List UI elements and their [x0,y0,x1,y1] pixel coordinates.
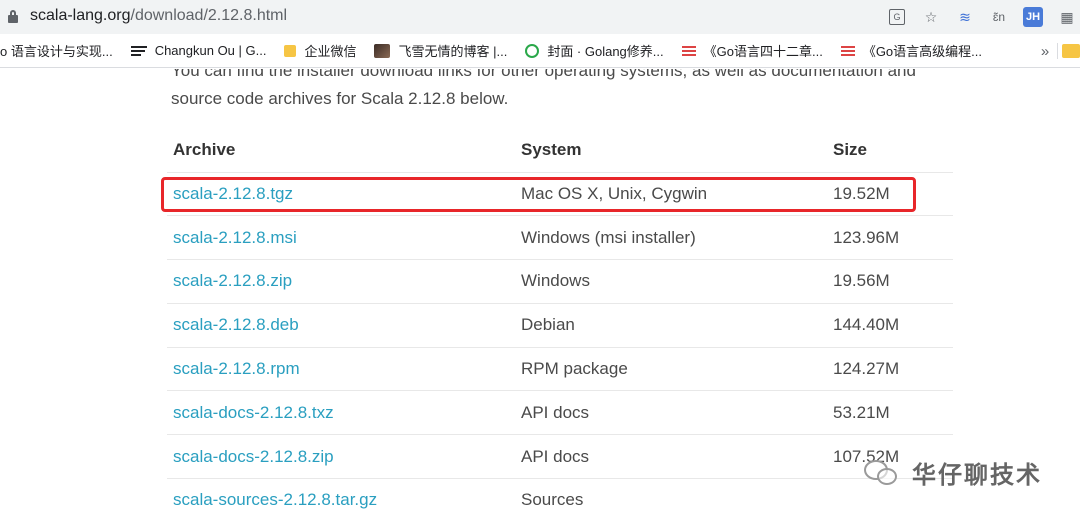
system-cell: Windows [515,259,827,304]
watermark: 华仔聊技术 [864,453,1042,491]
folder-icon [284,44,297,57]
bookmarks-more-button[interactable]: » [1034,34,1056,67]
red-stack-icon [840,45,855,56]
table-row: scala-docs-2.12.8.txz API docs 53.21M [167,390,953,436]
translate-icon[interactable]: G [884,4,910,30]
table-row: scala-2.12.8.deb Debian 144.40M [167,303,953,348]
green-circle-icon [525,43,540,58]
page-content: You can find the installer download link… [0,69,1080,522]
archive-cell: scala-2.12.8.rpm [167,347,515,392]
avatar-icon [374,43,391,58]
red-stack-icon [681,45,696,56]
size-cell: 123.96M [827,215,953,261]
system-cell: Debian [515,303,827,348]
archive-cell: scala-docs-2.12.8.zip [167,434,515,480]
table-row: scala-sources-2.12.8.tar.gz Sources [167,478,953,522]
archive-column-header: Archive [167,128,515,173]
table-row: scala-2.12.8.rpm RPM package 124.27M [167,347,953,392]
archive-cell: scala-docs-2.12.8.txz [167,390,515,436]
qr-code-icon[interactable]: ▦ [1054,4,1080,30]
bookmark-item[interactable]: o 语言设计与实现... [0,34,122,67]
archive-cell: scala-sources-2.12.8.tar.gz [167,478,515,522]
bookmarks-bar: o 语言设计与实现... Changkun Ou | G... 企业微信 飞雪无… [0,34,1080,68]
download-link[interactable]: scala-2.12.8.tgz [173,184,293,203]
archive-cell: scala-2.12.8.zip [167,259,515,304]
bookmark-item[interactable]: Changkun Ou | G... [122,34,276,67]
archive-cell: scala-2.12.8.deb [167,303,515,348]
url-path: /download/2.12.8.html [130,7,288,24]
intro-line: source code archives for Scala 2.12.8 be… [171,89,509,108]
bookmark-item[interactable]: 飞雪无情的博客 |... [365,34,516,67]
archive-cell: scala-2.12.8.msi [167,215,515,261]
download-link[interactable]: scala-2.12.8.msi [173,228,297,247]
download-link[interactable]: scala-docs-2.12.8.zip [173,447,334,466]
intro-line: You can find the installer download link… [171,69,916,80]
address-bar: scala-lang.org/download/2.12.8.html G ☆ … [0,0,1080,34]
download-link[interactable]: scala-docs-2.12.8.txz [173,403,334,422]
size-cell: 144.40M [827,303,953,348]
extension-jh-icon[interactable]: JH [1020,4,1046,30]
url-field[interactable]: scala-lang.org/download/2.12.8.html [30,7,287,25]
download-link[interactable]: scala-2.12.8.rpm [173,359,300,378]
table-header-row: Archive System Size [167,128,953,173]
download-link[interactable]: scala-sources-2.12.8.tar.gz [173,490,377,509]
bookmarks-divider [1057,43,1058,59]
system-cell: Sources [515,478,827,522]
lines-icon [130,45,147,56]
download-link[interactable]: scala-2.12.8.deb [173,315,299,334]
table-row: scala-2.12.8.tgz Mac OS X, Unix, Cygwin … [167,172,953,217]
system-cell: API docs [515,434,827,480]
system-cell: Mac OS X, Unix, Cygwin [515,172,827,217]
system-cell: API docs [515,390,827,436]
size-cell: 19.52M [827,172,953,217]
bookmark-item[interactable]: 企业微信 [275,34,365,67]
bookmark-label: Changkun Ou | G... [154,43,267,58]
watermark-text: 华仔聊技术 [912,460,1042,489]
bookmark-label: 企业微信 [304,44,357,59]
bookmark-label: o 语言设计与实现... [0,44,113,59]
extension-en-icon[interactable]: ɛ̃n [986,4,1012,30]
size-cell: 124.27M [827,347,953,392]
extension-layers-icon[interactable]: ≋ [952,4,978,30]
bookmark-label: 封面 · Golang修养... [547,44,664,59]
system-column-header: System [515,128,827,173]
download-link[interactable]: scala-2.12.8.zip [173,271,292,290]
url-host: scala-lang.org [30,7,131,24]
bookmark-item[interactable]: 《Go语言四十二章... [673,34,832,67]
system-cell: Windows (msi installer) [515,215,827,261]
bookmark-star-icon[interactable]: ☆ [918,4,944,30]
downloads-table: Archive System Size scala-2.12.8.tgz Mac… [167,128,953,522]
archive-cell: scala-2.12.8.tgz [167,172,515,217]
folder-icon[interactable] [1062,44,1080,58]
size-cell: 19.56M [827,259,953,304]
bookmark-label: 《Go语言四十二章... [703,44,823,59]
bookmark-item[interactable]: 封面 · Golang修养... [516,34,672,67]
bookmark-label: 《Go语言高级编程... [862,44,982,59]
table-row: scala-2.12.8.msi Windows (msi installer)… [167,215,953,261]
size-cell: 53.21M [827,390,953,436]
table-row: scala-docs-2.12.8.zip API docs 107.52M [167,434,953,480]
address-bar-actions: G ☆ ≋ ɛ̃n JH ▦ [876,4,1080,30]
system-cell: RPM package [515,347,827,392]
lock-icon[interactable] [8,10,18,23]
bookmark-label: 飞雪无情的博客 |... [398,44,508,59]
intro-paragraph: You can find the installer download link… [171,69,931,113]
bookmark-item[interactable]: 《Go语言高级编程... [832,34,991,67]
wechat-icon [864,456,900,488]
size-column-header: Size [827,128,953,173]
table-row: scala-2.12.8.zip Windows 19.56M [167,259,953,304]
